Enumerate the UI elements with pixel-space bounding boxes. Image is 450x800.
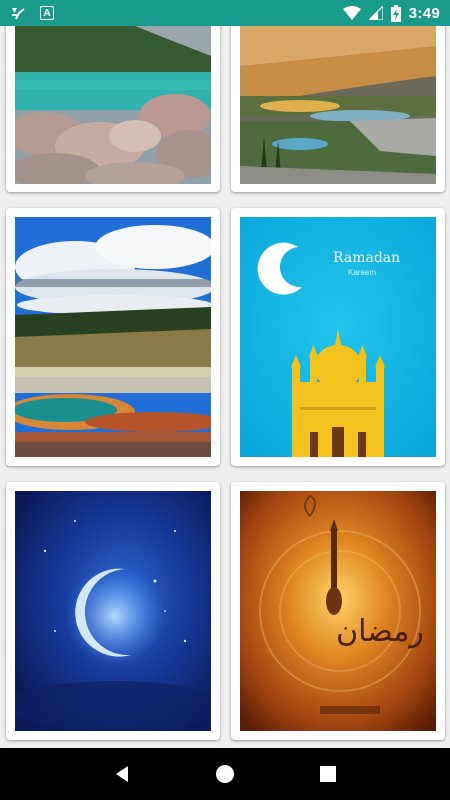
status-bar: A 3:49 bbox=[0, 0, 450, 26]
a-badge-icon: A bbox=[40, 6, 54, 20]
wallpaper-thumbnail[interactable]: Ramadan Kareem bbox=[240, 217, 436, 457]
back-icon bbox=[115, 766, 128, 782]
checklist-icon bbox=[10, 5, 26, 21]
ramadan-caption: Ramadan bbox=[333, 250, 400, 266]
wallpaper-card-hot-spring[interactable] bbox=[6, 208, 220, 466]
cell-signal-icon bbox=[368, 6, 383, 20]
wallpaper-card-ramadan-mosque[interactable]: Ramadan Kareem bbox=[231, 208, 445, 466]
kareem-caption: Kareem bbox=[348, 268, 376, 277]
wallpaper-thumbnail[interactable] bbox=[15, 26, 211, 184]
battery-charging-icon bbox=[390, 4, 401, 22]
wallpaper-card-ramadan-calligraphy[interactable]: رمضان bbox=[231, 482, 445, 740]
wallpaper-card-lake-rocks[interactable] bbox=[6, 26, 220, 192]
wallpaper-grid: Ramadan Kareem رمضان bbox=[0, 26, 450, 748]
recents-icon bbox=[320, 766, 337, 782]
wallpaper-thumbnail[interactable] bbox=[15, 491, 211, 731]
home-icon bbox=[215, 765, 234, 783]
back-button[interactable] bbox=[102, 754, 142, 794]
wifi-icon bbox=[342, 5, 361, 21]
wallpaper-thumbnail[interactable] bbox=[15, 217, 211, 457]
wallpaper-card-blue-crescent[interactable] bbox=[6, 482, 220, 740]
home-button[interactable] bbox=[205, 754, 245, 794]
status-time: 3:49 bbox=[408, 4, 440, 22]
wallpaper-thumbnail[interactable]: رمضان bbox=[240, 491, 436, 731]
wallpaper-card-mountain-valley[interactable] bbox=[231, 26, 445, 192]
navigation-bar bbox=[0, 748, 450, 800]
recents-button[interactable] bbox=[308, 754, 348, 794]
wallpaper-thumbnail[interactable] bbox=[240, 26, 436, 184]
ramadan-calligraphy-text: رمضان bbox=[336, 614, 424, 649]
